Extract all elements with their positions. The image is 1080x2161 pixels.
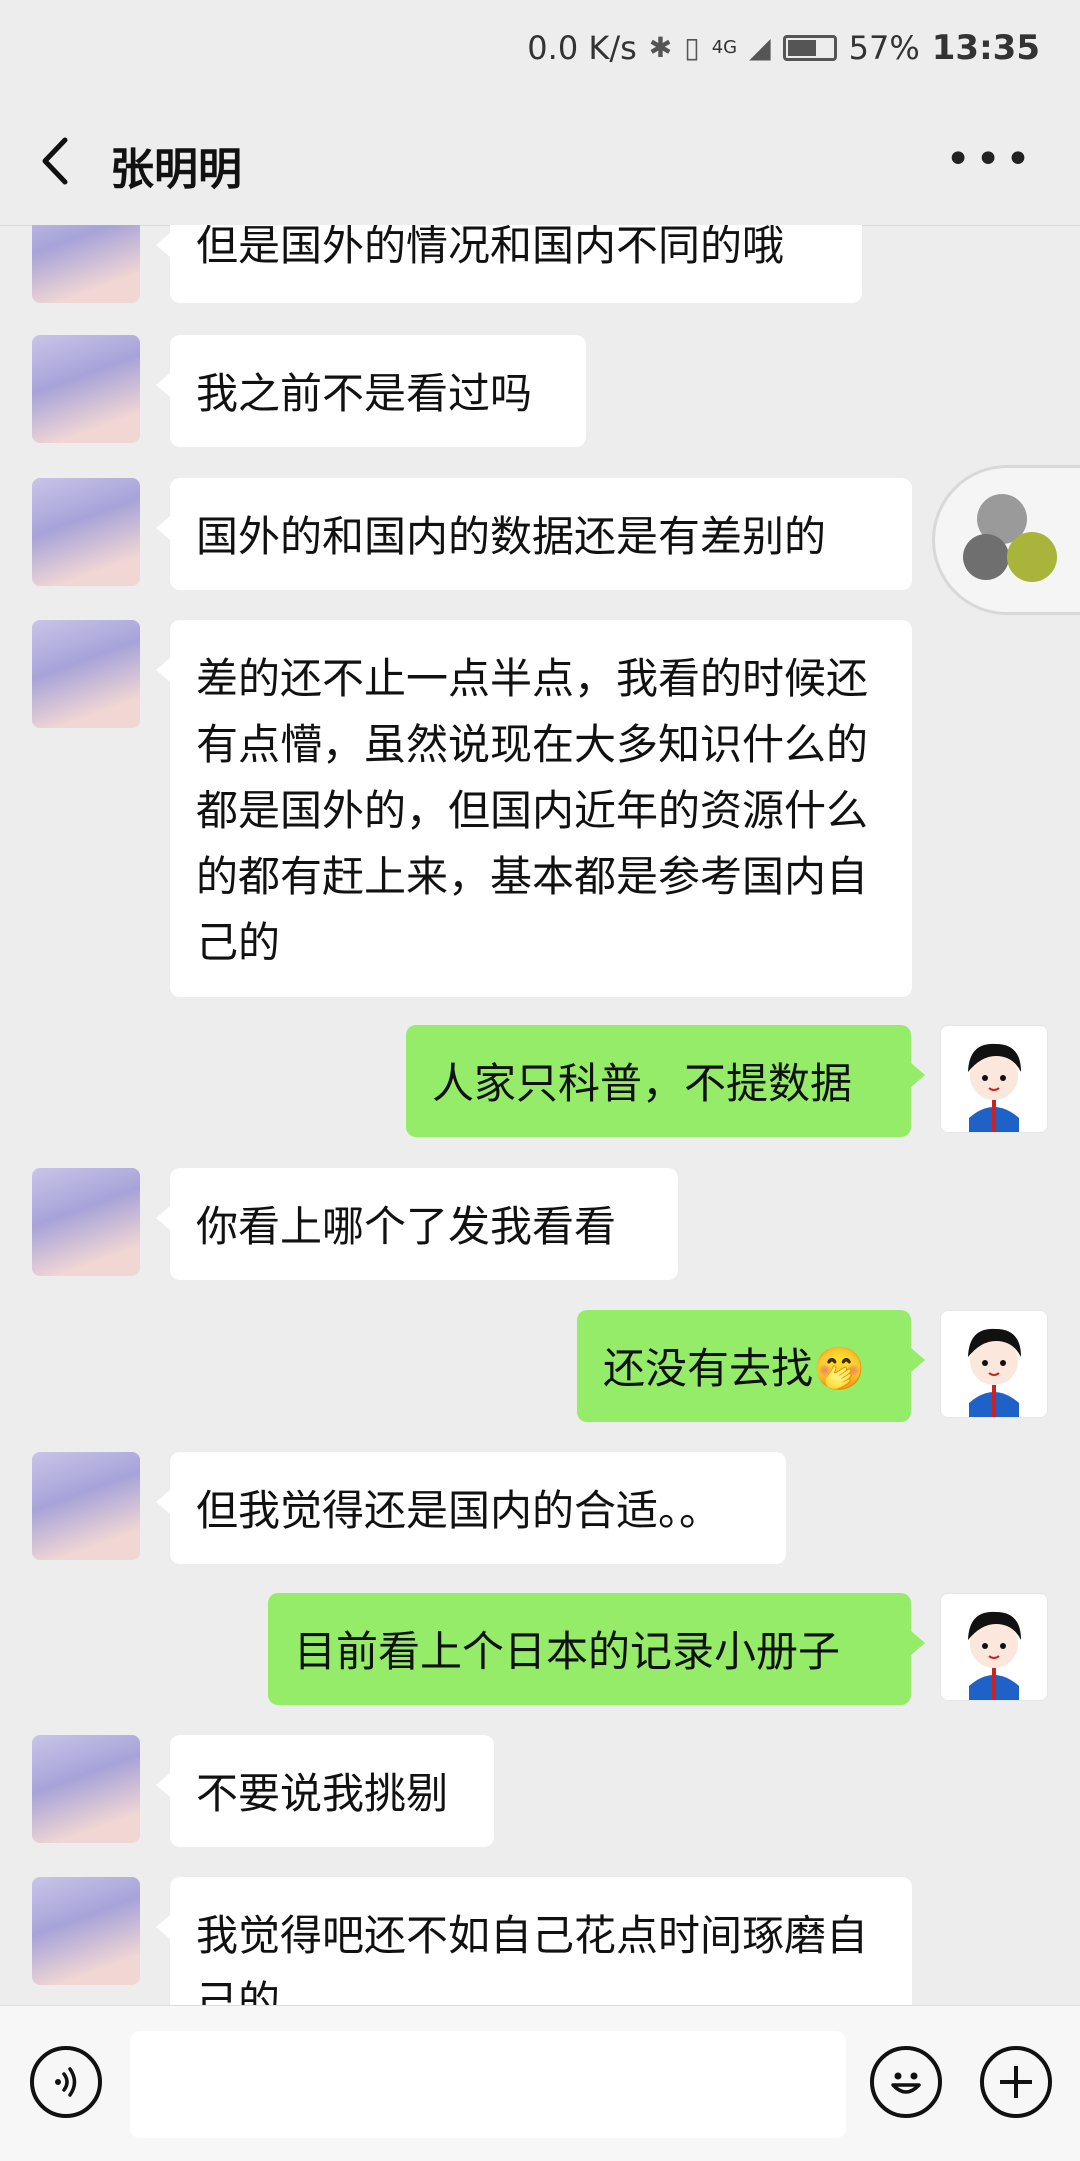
message-bubble[interactable]: 但是国外的情况和国内不同的哦: [156, 225, 862, 303]
contact-avatar[interactable]: [32, 620, 140, 728]
chevron-left-icon: [42, 137, 68, 185]
contact-avatar[interactable]: [32, 335, 140, 443]
chat-header: 张明明 •••: [0, 95, 1080, 226]
message-bubble[interactable]: 我之前不是看过吗: [156, 335, 586, 447]
message-bubble[interactable]: 但我觉得还是国内的合适。。: [156, 1452, 786, 1564]
message-list[interactable]: 但是国外的情况和国内不同的哦 我之前不是看过吗 国外的和国内的数据还是有差别的 …: [0, 225, 1080, 2005]
message-bubble[interactable]: 目前看上个日本的记录小册子: [268, 1593, 925, 1705]
message-bubble[interactable]: 差的还不止一点半点，我看的时候还有点懵，虽然说现在大多知识什么的都是国外的，但国…: [156, 620, 912, 997]
message-bubble[interactable]: 我觉得吧还不如自己花点时间琢磨自己的: [156, 1877, 912, 2005]
message-bubble[interactable]: 人家只科普，不提数据: [406, 1025, 925, 1137]
voice-input-button[interactable]: [30, 2046, 102, 2118]
contact-avatar[interactable]: [32, 478, 140, 586]
more-options-button[interactable]: •••: [945, 138, 1035, 182]
status-bar: 0.0 K/s ✱ ▯ 4G ◢ 57% 13:35: [0, 0, 1080, 95]
contact-avatar[interactable]: [32, 1877, 140, 1985]
battery-percent: 57%: [848, 28, 920, 67]
floating-avatar-icon: [1007, 532, 1057, 582]
message-bubble[interactable]: 还没有去找🤭: [577, 1310, 925, 1422]
more-functions-button[interactable]: [980, 2046, 1052, 2118]
network-speed: 0.0 K/s: [527, 28, 637, 67]
voice-icon: [55, 2067, 77, 2097]
plus-icon: [1000, 2066, 1032, 2098]
my-avatar[interactable]: [940, 1593, 1048, 1701]
contact-avatar[interactable]: [32, 1452, 140, 1560]
chat-title: 张明明: [110, 144, 242, 195]
battery-icon: [782, 34, 837, 61]
my-avatar[interactable]: [940, 1025, 1048, 1133]
my-avatar[interactable]: [940, 1310, 1048, 1418]
vibrate-icon: ▯: [684, 31, 700, 64]
emoji-button[interactable]: [870, 2046, 942, 2118]
input-bar: [0, 2005, 1080, 2161]
boy-avatar-icon: [941, 1311, 1047, 1417]
message-bubble[interactable]: 国外的和国内的数据还是有差别的: [156, 478, 912, 590]
floating-avatar-icon: [963, 534, 1009, 580]
bluetooth-icon: ✱: [648, 31, 673, 64]
signal-icon: ◢: [749, 31, 771, 64]
contact-avatar[interactable]: [32, 1168, 140, 1276]
floating-window-button[interactable]: [932, 465, 1080, 615]
boy-avatar-icon: [941, 1594, 1047, 1700]
back-button[interactable]: [30, 133, 78, 189]
contact-avatar[interactable]: [32, 1735, 140, 1843]
network-type: 4G: [711, 37, 738, 58]
boy-avatar-icon: [941, 1026, 1047, 1132]
clock: 13:35: [931, 27, 1040, 68]
message-bubble[interactable]: 你看上哪个了发我看看: [156, 1168, 678, 1280]
contact-avatar[interactable]: [32, 225, 140, 303]
smiley-icon: [891, 2072, 921, 2094]
more-icon: •••: [945, 134, 1035, 185]
message-bubble[interactable]: 不要说我挑剔: [156, 1735, 494, 1847]
message-input[interactable]: [130, 2031, 846, 2138]
